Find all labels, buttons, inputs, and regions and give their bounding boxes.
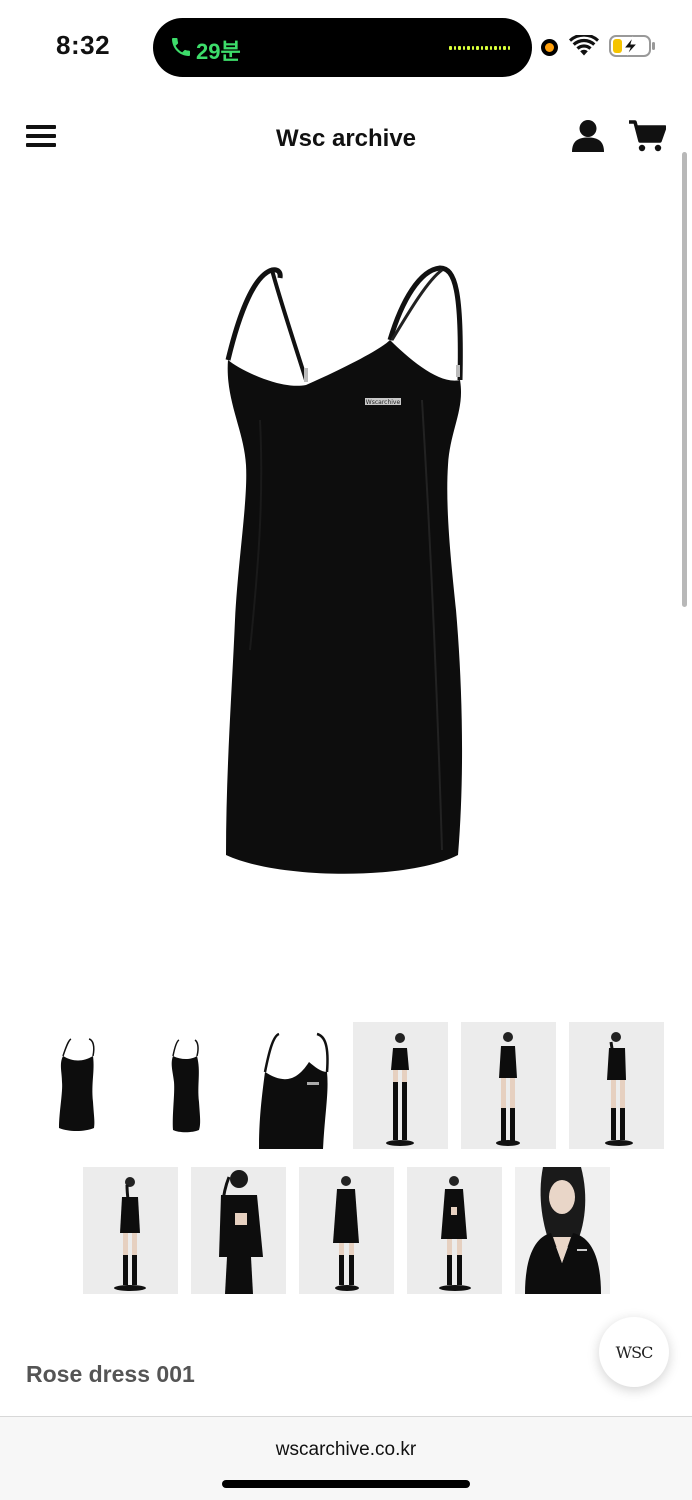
call-duration: 29분: [196, 39, 241, 64]
home-indicator[interactable]: [222, 1480, 470, 1488]
thumbnail-dress-closeup[interactable]: [245, 1022, 340, 1149]
user-icon[interactable]: [571, 119, 605, 153]
page-scrollbar[interactable]: [682, 152, 687, 607]
thumbnail-model-side[interactable]: [569, 1022, 664, 1149]
thumbnail-model-closeup[interactable]: [515, 1167, 610, 1294]
thumbnail-model-back[interactable]: [83, 1167, 178, 1294]
phone-icon: [172, 38, 190, 56]
dynamic-island-call[interactable]: 29분: [153, 18, 532, 77]
thumbnail-row-2: [83, 1167, 610, 1294]
status-time: 8:32: [56, 30, 111, 60]
site-header: Wsc archive: [0, 95, 692, 185]
cart-icon[interactable]: [628, 119, 666, 153]
product-name: Rose dress 001: [26, 1361, 195, 1387]
thumbnail-model-cardigan-front[interactable]: [299, 1167, 394, 1294]
recording-indicator-icon: [541, 39, 558, 56]
thumbnail-model-cardigan-back[interactable]: [191, 1167, 286, 1294]
chat-button[interactable]: WSC: [599, 1317, 669, 1387]
battery-charging-icon: [609, 35, 655, 57]
thumbnail-row-1: [29, 1022, 664, 1149]
thumbnail-dress-front[interactable]: [29, 1022, 124, 1149]
thumbnail-model-front[interactable]: [353, 1022, 448, 1149]
audio-waveform-icon: [449, 45, 513, 51]
url-text[interactable]: wscarchive.co.kr: [0, 1439, 692, 1461]
wifi-icon: [569, 35, 599, 56]
thumbnail-dress-side[interactable]: [137, 1022, 232, 1149]
product-main-image[interactable]: Wscarchive: [180, 250, 510, 890]
thumbnail-model-front-2[interactable]: [461, 1022, 556, 1149]
status-bar: 8:32 29분: [0, 0, 692, 95]
browser-url-bar[interactable]: wscarchive.co.kr: [0, 1416, 692, 1500]
dress-logo-text: Wscarchive: [366, 399, 401, 406]
thumbnail-model-back-2[interactable]: [407, 1167, 502, 1294]
chat-button-label: WSC: [615, 1343, 654, 1362]
